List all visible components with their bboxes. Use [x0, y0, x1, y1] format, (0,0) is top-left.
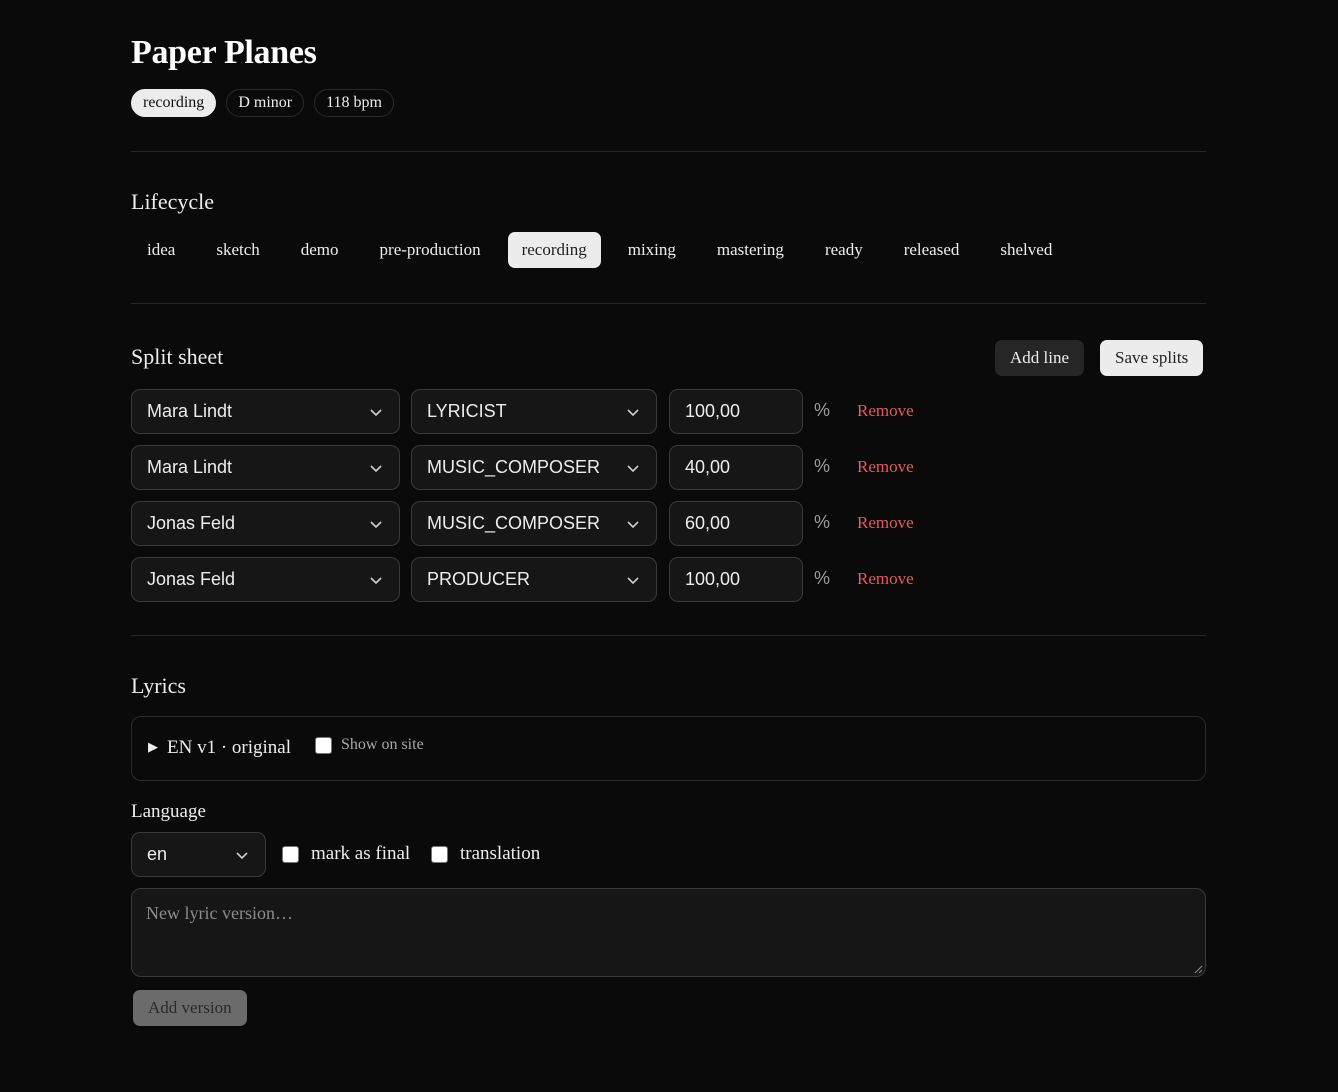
divider — [131, 151, 1206, 152]
version-summary-label: EN v1 · original — [167, 737, 292, 758]
split-sheet-title: Split sheet — [131, 344, 224, 369]
role-select-value: MUSIC_COMPOSER — [427, 457, 601, 477]
person-select-value: Mara Lindt — [147, 401, 233, 421]
split-row: Jonas Feld MUSIC_COMPOSER 60,00 % Remove — [131, 501, 1206, 546]
stage-mastering[interactable]: mastering — [703, 232, 798, 268]
page-title: Paper Planes — [131, 34, 317, 71]
stage-ready[interactable]: ready — [811, 232, 877, 268]
chevron-down-icon — [370, 521, 382, 529]
chevron-down-icon — [627, 577, 639, 585]
divider — [131, 635, 1206, 636]
resize-grip-icon[interactable] — [1194, 965, 1203, 974]
stage-pre-production[interactable]: pre-production — [366, 232, 495, 268]
remove-button[interactable]: Remove — [857, 501, 914, 544]
percent-input[interactable]: 100,00 — [669, 557, 803, 602]
mark-final-label: mark as final — [311, 843, 411, 864]
remove-button[interactable]: Remove — [857, 557, 914, 600]
percent-sign: % — [814, 568, 831, 588]
lyrics-title: Lyrics — [131, 673, 186, 698]
lyric-textarea-placeholder: New lyric version… — [146, 903, 293, 923]
chevron-down-icon — [627, 409, 639, 417]
role-select-value: MUSIC_COMPOSER — [427, 513, 601, 533]
key-badge: D minor — [226, 89, 305, 117]
stage-mixing[interactable]: mixing — [614, 232, 690, 268]
stage-sketch[interactable]: sketch — [202, 232, 273, 268]
person-select[interactable]: Mara Lindt — [131, 389, 400, 434]
status-badge: recording — [131, 89, 217, 117]
percent-sign: % — [814, 512, 831, 532]
translation-checkbox[interactable] — [431, 845, 448, 863]
stage-demo[interactable]: demo — [287, 232, 353, 268]
language-label: Language — [131, 801, 206, 822]
role-select-value: LYRICIST — [427, 401, 507, 421]
stage-idea[interactable]: idea — [133, 232, 189, 268]
percent-input[interactable]: 100,00 — [669, 389, 803, 434]
lyric-textarea[interactable]: New lyric version… — [131, 888, 1206, 977]
add-line-button[interactable]: Add line — [995, 340, 1085, 376]
role-select[interactable]: LYRICIST — [411, 389, 657, 434]
version-summary[interactable]: ▶ EN v1 · original — [148, 737, 291, 759]
percent-sign: % — [814, 456, 831, 476]
chevron-down-icon — [236, 852, 248, 860]
remove-button[interactable]: Remove — [857, 445, 914, 488]
role-select-value: PRODUCER — [427, 569, 531, 589]
chevron-down-icon — [370, 409, 382, 417]
mark-final-toggle[interactable]: mark as final — [282, 843, 410, 865]
lifecycle-title: Lifecycle — [131, 189, 215, 214]
chevron-down-icon — [370, 465, 382, 473]
show-on-site-toggle[interactable]: Show on site — [315, 736, 424, 754]
percent-input[interactable]: 40,00 — [669, 445, 803, 490]
expand-triangle-icon: ▶ — [148, 739, 158, 754]
person-select[interactable]: Jonas Feld — [131, 501, 400, 546]
remove-button[interactable]: Remove — [857, 389, 914, 432]
person-select[interactable]: Mara Lindt — [131, 445, 400, 490]
person-select-value: Jonas Feld — [147, 569, 236, 589]
lifecycle-stages: idea sketch demo pre-production recordin… — [133, 232, 1079, 268]
chevron-down-icon — [370, 577, 382, 585]
language-select-value: en — [147, 844, 168, 864]
add-version-button[interactable]: Add version — [133, 990, 247, 1026]
show-on-site-label: Show on site — [341, 736, 424, 753]
role-select[interactable]: MUSIC_COMPOSER — [411, 501, 657, 546]
role-select[interactable]: MUSIC_COMPOSER — [411, 445, 657, 490]
mark-final-checkbox[interactable] — [282, 845, 299, 863]
song-badges: recording D minor 118 bpm — [131, 89, 394, 117]
chevron-down-icon — [627, 465, 639, 473]
translation-label: translation — [460, 843, 541, 864]
translation-toggle[interactable]: translation — [431, 843, 540, 865]
chevron-down-icon — [627, 521, 639, 529]
stage-recording[interactable]: recording — [507, 232, 601, 268]
lyric-version-card: ▶ EN v1 · original Show on site — [131, 716, 1206, 781]
percent-sign: % — [814, 400, 831, 420]
role-select[interactable]: PRODUCER — [411, 557, 657, 602]
language-select[interactable]: en — [131, 832, 266, 877]
divider — [131, 303, 1206, 304]
tempo-badge: 118 bpm — [314, 89, 394, 117]
stage-shelved[interactable]: shelved — [986, 232, 1066, 268]
person-select-value: Jonas Feld — [147, 513, 236, 533]
split-row: Mara Lindt LYRICIST 100,00 % Remove — [131, 389, 1206, 434]
save-splits-button[interactable]: Save splits — [1100, 340, 1204, 376]
split-row: Mara Lindt MUSIC_COMPOSER 40,00 % Remove — [131, 445, 1206, 490]
stage-released[interactable]: released — [890, 232, 974, 268]
split-row: Jonas Feld PRODUCER 100,00 % Remove — [131, 557, 1206, 602]
show-on-site-checkbox[interactable] — [315, 736, 332, 754]
person-select-value: Mara Lindt — [147, 457, 233, 477]
person-select[interactable]: Jonas Feld — [131, 557, 400, 602]
percent-input[interactable]: 60,00 — [669, 501, 803, 546]
